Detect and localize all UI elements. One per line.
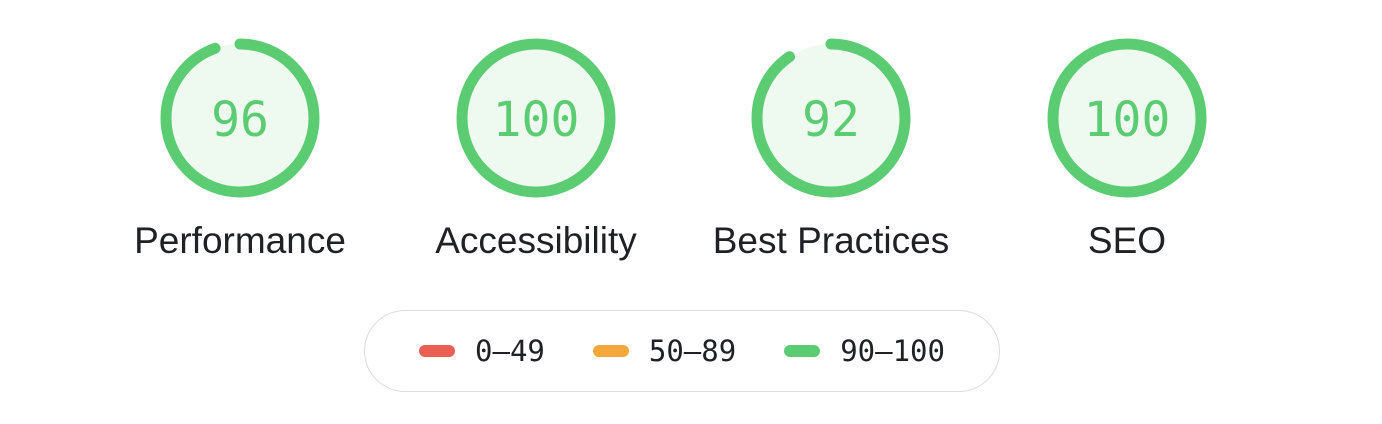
score-ring-icon: 100 xyxy=(456,38,616,198)
legend-range: 90–100 xyxy=(840,334,945,368)
legend-item-average: 50–89 xyxy=(592,334,737,368)
gauge-label: SEO xyxy=(1087,220,1167,261)
gauge-score: 100 xyxy=(493,92,580,148)
pass-swatch-icon xyxy=(784,345,821,357)
gauge-score: 96 xyxy=(211,92,269,148)
gauge-performance[interactable]: 96 Performance xyxy=(90,36,390,262)
legend-item-pass: 90–100 xyxy=(784,334,945,368)
gauge-label: Accessibility xyxy=(435,220,637,261)
score-legend: 0–49 50–89 90–100 xyxy=(364,310,1000,392)
gauge-score: 92 xyxy=(802,92,860,148)
legend-range: 0–49 xyxy=(475,334,545,368)
gauge-best-practices[interactable]: 92 Best Practices xyxy=(681,36,981,262)
gauge-label: Performance xyxy=(134,220,346,261)
gauge-seo[interactable]: 100 SEO xyxy=(977,36,1277,262)
gauge-accessibility[interactable]: 100 Accessibility xyxy=(386,36,686,262)
score-ring-icon: 100 xyxy=(1047,38,1207,198)
score-ring-icon: 92 xyxy=(751,38,911,198)
score-ring-icon: 96 xyxy=(160,38,320,198)
fail-swatch-icon xyxy=(419,345,456,357)
average-swatch-icon xyxy=(592,345,629,357)
legend-range: 50–89 xyxy=(648,334,737,368)
legend-item-fail: 0–49 xyxy=(419,334,545,368)
gauge-label: Best Practices xyxy=(712,220,950,261)
score-gauges: 96 Performance 100 Accessibility 92 Best… xyxy=(0,0,1382,300)
gauge-score: 100 xyxy=(1084,92,1171,148)
